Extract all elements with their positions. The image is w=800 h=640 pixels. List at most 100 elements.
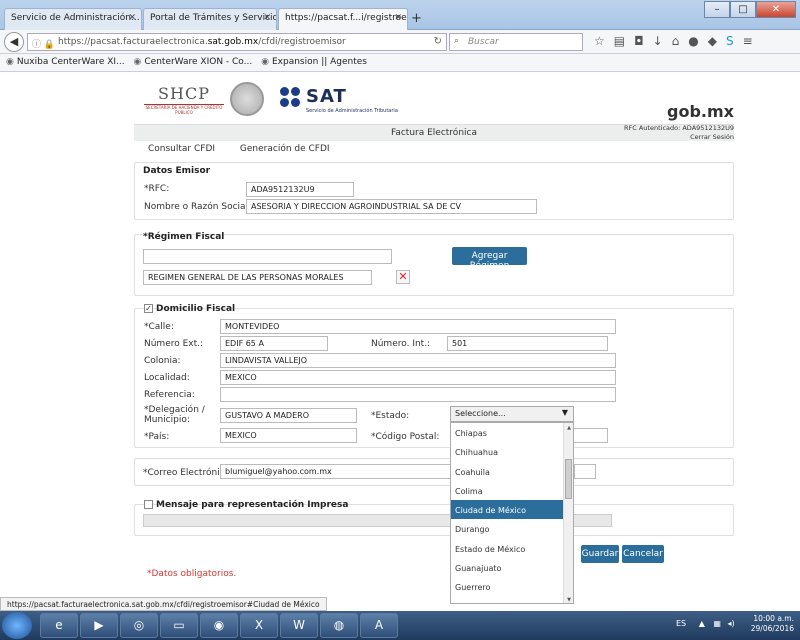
estado-option[interactable]: Durango — [451, 519, 563, 538]
addon-icon[interactable]: ◆ — [708, 34, 717, 48]
skype-icon[interactable]: S — [726, 34, 734, 48]
estado-option[interactable]: Chihuahua — [451, 442, 563, 461]
estado-option[interactable]: Estado de México — [451, 539, 563, 558]
hamburger-menu-icon[interactable]: ≡ — [743, 34, 753, 48]
firefox-taskbar-icon[interactable]: ◉ — [200, 613, 238, 638]
delegacion-field[interactable]: GUSTAVO A MADERO — [220, 408, 357, 423]
start-button[interactable] — [2, 612, 32, 639]
navigation-toolbar: ◀ ⓘ 🔒 https://pacsat.facturaelectronica.… — [0, 30, 800, 54]
search-input[interactable]: ⌕ Buscar — [449, 33, 583, 51]
tray-arrow-icon[interactable]: ▲ — [699, 619, 705, 628]
shcp-logo-text: SHCP — [158, 84, 210, 103]
estado-option[interactable]: Colima — [451, 481, 563, 500]
bookmark-item[interactable]: CenterWare XION - Co... — [144, 57, 252, 67]
regimen-fiscal-title: *Régimen Fiscal — [143, 232, 225, 242]
reload-icon[interactable]: ↻ — [434, 36, 442, 47]
estado-option[interactable]: Chiapas — [451, 423, 563, 442]
menu-generacion-cfdi[interactable]: Generación de CFDI — [240, 144, 330, 154]
app-taskbar-icon[interactable]: ◍ — [320, 613, 358, 638]
correo-confirm-field[interactable] — [574, 464, 596, 479]
tab-portal[interactable]: Portal de Trámites y Servicios a... ✕ — [143, 8, 277, 30]
codigo-postal-field[interactable] — [570, 428, 608, 443]
maximize-icon[interactable]: □ — [730, 1, 756, 18]
scrollbar-thumb[interactable] — [565, 459, 572, 499]
menu-consultar-cfdi[interactable]: Consultar CFDI — [148, 144, 215, 154]
estado-option[interactable]: Guanajuato — [451, 558, 563, 577]
estado-option[interactable]: Coahuila — [451, 462, 563, 481]
razon-social-field[interactable]: ASESORIA Y DIRECCION AGROINDUSTRIAL SA D… — [246, 199, 537, 214]
num-ext-field[interactable]: EDIF 65 A — [220, 336, 328, 351]
calle-field[interactable]: MONTEVIDEO — [220, 319, 616, 334]
mensaje-checkbox[interactable] — [144, 500, 153, 509]
num-ext-label: Número Ext.: — [144, 339, 204, 349]
estado-select[interactable]: Seleccione... ▼ — [450, 406, 574, 422]
home-icon[interactable]: ⌂ — [672, 34, 680, 48]
page-content: SHCP SECRETARÍA DE HACIENDA Y CRÉDITO PÚ… — [0, 72, 800, 604]
pocket-icon[interactable]: ◘ — [634, 34, 644, 48]
language-indicator[interactable]: ES — [676, 619, 686, 628]
tab-label: Servicio de Administración... — [11, 13, 140, 23]
close-tab-icon[interactable]: ✕ — [128, 13, 136, 23]
excel-taskbar-icon[interactable]: X — [240, 613, 278, 638]
regimen-search-input[interactable] — [143, 249, 392, 264]
media-player-taskbar-icon[interactable]: ▶ — [80, 613, 118, 638]
toolbar-icons: ☆ ▤ ◘ ↓ ⌂ ● ◆ S ≡ — [594, 34, 753, 48]
referencia-field[interactable] — [220, 387, 616, 402]
url-domain: sat.gob.mx — [207, 37, 259, 47]
globe-icon: ◉ — [133, 57, 142, 67]
close-window-icon[interactable]: ✕ — [756, 1, 796, 18]
network-icon[interactable]: ▦ — [713, 619, 721, 628]
window-controls: – □ ✕ — [704, 1, 796, 18]
word-taskbar-icon[interactable]: W — [280, 613, 318, 638]
download-icon[interactable]: ↓ — [653, 34, 663, 48]
rfc-field[interactable]: ADA9512132U9 — [246, 182, 354, 197]
minimize-icon[interactable]: – — [704, 1, 730, 18]
cancelar-button[interactable]: Cancelar — [622, 545, 664, 563]
bookmark-item[interactable]: Expansion || Agentes — [272, 57, 367, 67]
bookmark-star-icon[interactable]: ☆ — [594, 34, 605, 48]
tab-registroemisor[interactable]: https://pacsat.f...i/registroemisor ✕ — [278, 8, 408, 31]
new-tab-icon[interactable]: + — [411, 11, 422, 26]
close-tab-icon[interactable]: ✕ — [394, 13, 402, 23]
tab-sat[interactable]: Servicio de Administración... ✕ — [4, 8, 142, 30]
ie-taskbar-icon[interactable]: e — [40, 613, 78, 638]
scroll-up-icon[interactable]: ▲ — [564, 425, 573, 431]
remove-regimen-icon[interactable]: ✕ — [396, 270, 410, 284]
dropdown-scrollbar[interactable]: ▲ ▼ — [563, 423, 573, 603]
domicilio-fiscal-title: Domicilio Fiscal — [156, 304, 236, 314]
back-arrow-icon[interactable]: ◀ — [4, 32, 24, 52]
localidad-field[interactable]: MEXICO — [220, 370, 616, 385]
rfc-authenticated: RFC Autenticado: ADA9512132U9 Cerrar Ses… — [560, 124, 734, 142]
url-bar[interactable]: ⓘ 🔒 https://pacsat.facturaelectronica.sa… — [27, 33, 447, 51]
chat-icon[interactable]: ● — [688, 34, 698, 48]
correo-field[interactable]: blumiguel@yahoo.com.mx — [220, 464, 452, 479]
windows-taskbar: e ▶ ◎ ▭ ◉ X W ◍ A ES ▲ ▦ ◂) 10:00 a.m. 2… — [0, 611, 800, 640]
gobmx-logo: gob.mx — [667, 102, 734, 121]
estado-options: Chiapas Chihuahua Coahuila Colima Ciudad de … — [451, 423, 573, 597]
estado-option[interactable]: Ciudad de México — [451, 500, 563, 520]
agregar-regimen-button[interactable]: Agregar Régimen — [452, 247, 527, 271]
logout-link[interactable]: Cerrar Sesión — [560, 133, 734, 142]
num-int-field[interactable]: 501 — [447, 336, 608, 351]
acrobat-taskbar-icon[interactable]: A — [360, 613, 398, 638]
volume-icon[interactable]: ◂) — [728, 619, 735, 628]
browser-titlebar: Servicio de Administración... ✕ Portal d… — [0, 0, 800, 31]
rfc-label: *RFC: — [144, 184, 170, 194]
site-info-icon[interactable]: ⓘ 🔒 — [32, 37, 55, 50]
status-url-tooltip: https://pacsat.facturaelectronica.sat.go… — [0, 597, 327, 611]
globe-icon: ◉ — [261, 57, 269, 67]
chevron-down-icon: ▼ — [561, 408, 568, 417]
codigo-postal-label: *Código Postal: — [371, 432, 440, 442]
close-tab-icon[interactable]: ✕ — [263, 13, 271, 23]
colonia-field[interactable]: LINDAVISTA VALLEJO — [220, 353, 616, 368]
pais-field[interactable]: MEXICO — [220, 428, 357, 443]
domicilio-fiscal-checkbox[interactable]: ✓ — [144, 304, 153, 313]
chrome-taskbar-icon[interactable]: ◎ — [120, 613, 158, 638]
bookmark-item[interactable]: Nuxiba CenterWare XI... — [17, 57, 125, 67]
scroll-down-icon[interactable]: ▼ — [564, 597, 573, 603]
estado-option[interactable]: Guerrero — [451, 577, 563, 596]
clock[interactable]: 10:00 a.m. 29/06/2016 — [751, 614, 794, 634]
reading-list-icon[interactable]: ▤ — [614, 34, 625, 48]
guardar-button[interactable]: Guardar — [581, 545, 619, 563]
explorer-taskbar-icon[interactable]: ▭ — [160, 613, 198, 638]
